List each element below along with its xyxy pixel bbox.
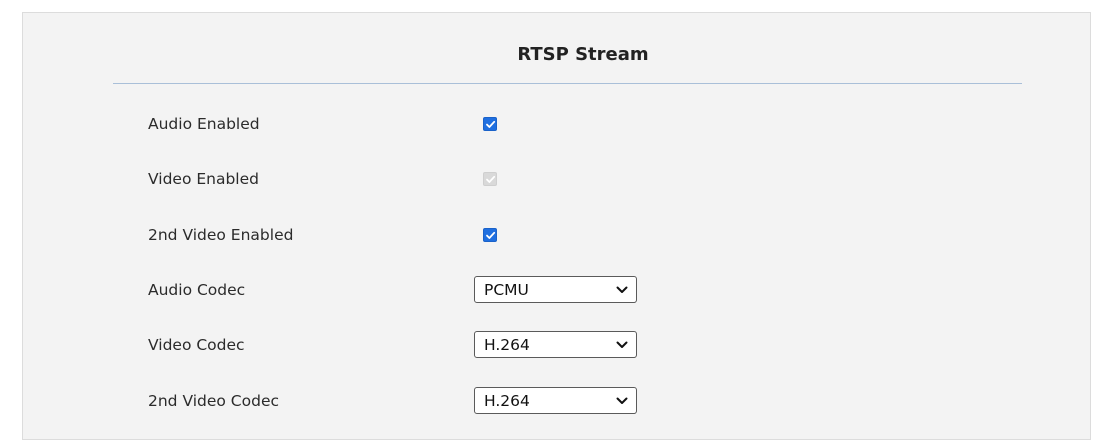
second-video-enabled-label: 2nd Video Enabled <box>148 226 294 244</box>
video-enabled-checkbox[interactable] <box>483 172 497 186</box>
audio-codec-select[interactable]: PCMU <box>474 276 637 303</box>
second-video-enabled-checkbox[interactable] <box>483 228 497 242</box>
chevron-down-icon <box>616 286 628 293</box>
section-divider <box>113 83 1022 84</box>
audio-enabled-label: Audio Enabled <box>148 115 260 133</box>
video-codec-select[interactable]: H.264 <box>474 331 637 358</box>
audio-enabled-checkbox[interactable] <box>483 117 497 131</box>
audio-codec-label: Audio Codec <box>148 281 246 299</box>
chevron-down-icon <box>616 341 628 348</box>
second-video-codec-value: H.264 <box>484 392 530 410</box>
video-codec-value: H.264 <box>484 336 530 354</box>
checkmark-icon <box>486 231 496 239</box>
video-enabled-label: Video Enabled <box>148 170 259 188</box>
second-video-codec-label: 2nd Video Codec <box>148 392 280 410</box>
video-codec-label: Video Codec <box>148 336 245 354</box>
audio-codec-value: PCMU <box>484 281 529 299</box>
checkmark-icon <box>486 175 496 183</box>
chevron-down-icon <box>616 397 628 404</box>
second-video-codec-select[interactable]: H.264 <box>474 387 637 414</box>
checkmark-icon <box>486 120 496 128</box>
section-title: RTSP Stream <box>517 44 649 65</box>
